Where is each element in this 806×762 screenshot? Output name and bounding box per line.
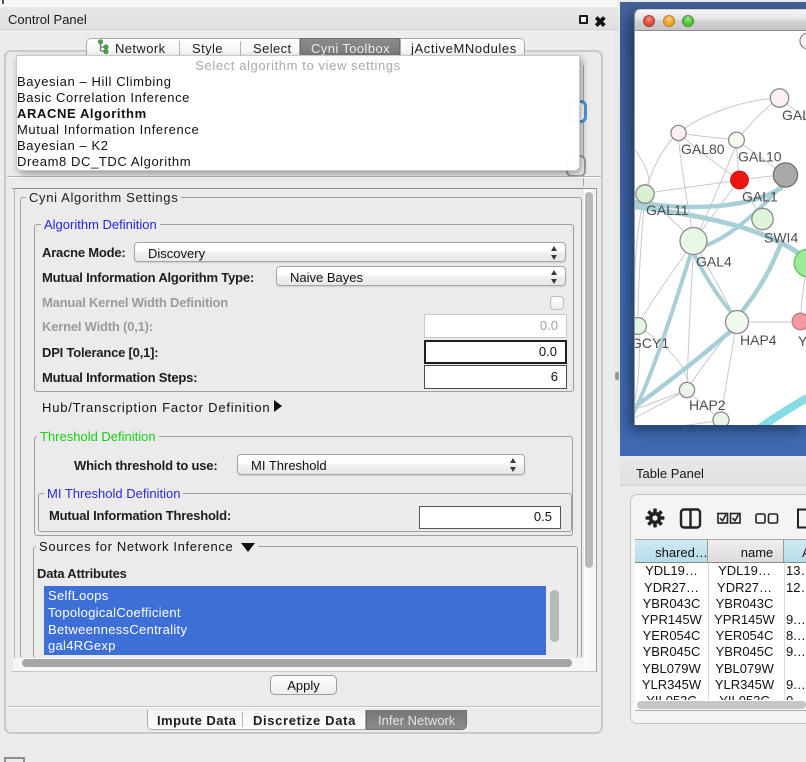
svg-text:Y: Y — [798, 333, 806, 349]
svg-text:GAL11: GAL11 — [646, 202, 689, 218]
svg-text:GAL4: GAL4 — [696, 254, 732, 270]
svg-text:SWI4: SWI4 — [764, 230, 798, 246]
svg-text:GAL10: GAL10 — [738, 149, 782, 165]
svg-text:HAP2: HAP2 — [689, 397, 726, 413]
svg-text:GAL1: GAL1 — [742, 189, 778, 205]
svg-text:GAL80: GAL80 — [681, 141, 725, 157]
svg-text:HAP4: HAP4 — [740, 332, 777, 348]
svg-text:GAL7: GAL7 — [782, 107, 806, 123]
svg-text:GCY1: GCY1 — [635, 335, 669, 351]
